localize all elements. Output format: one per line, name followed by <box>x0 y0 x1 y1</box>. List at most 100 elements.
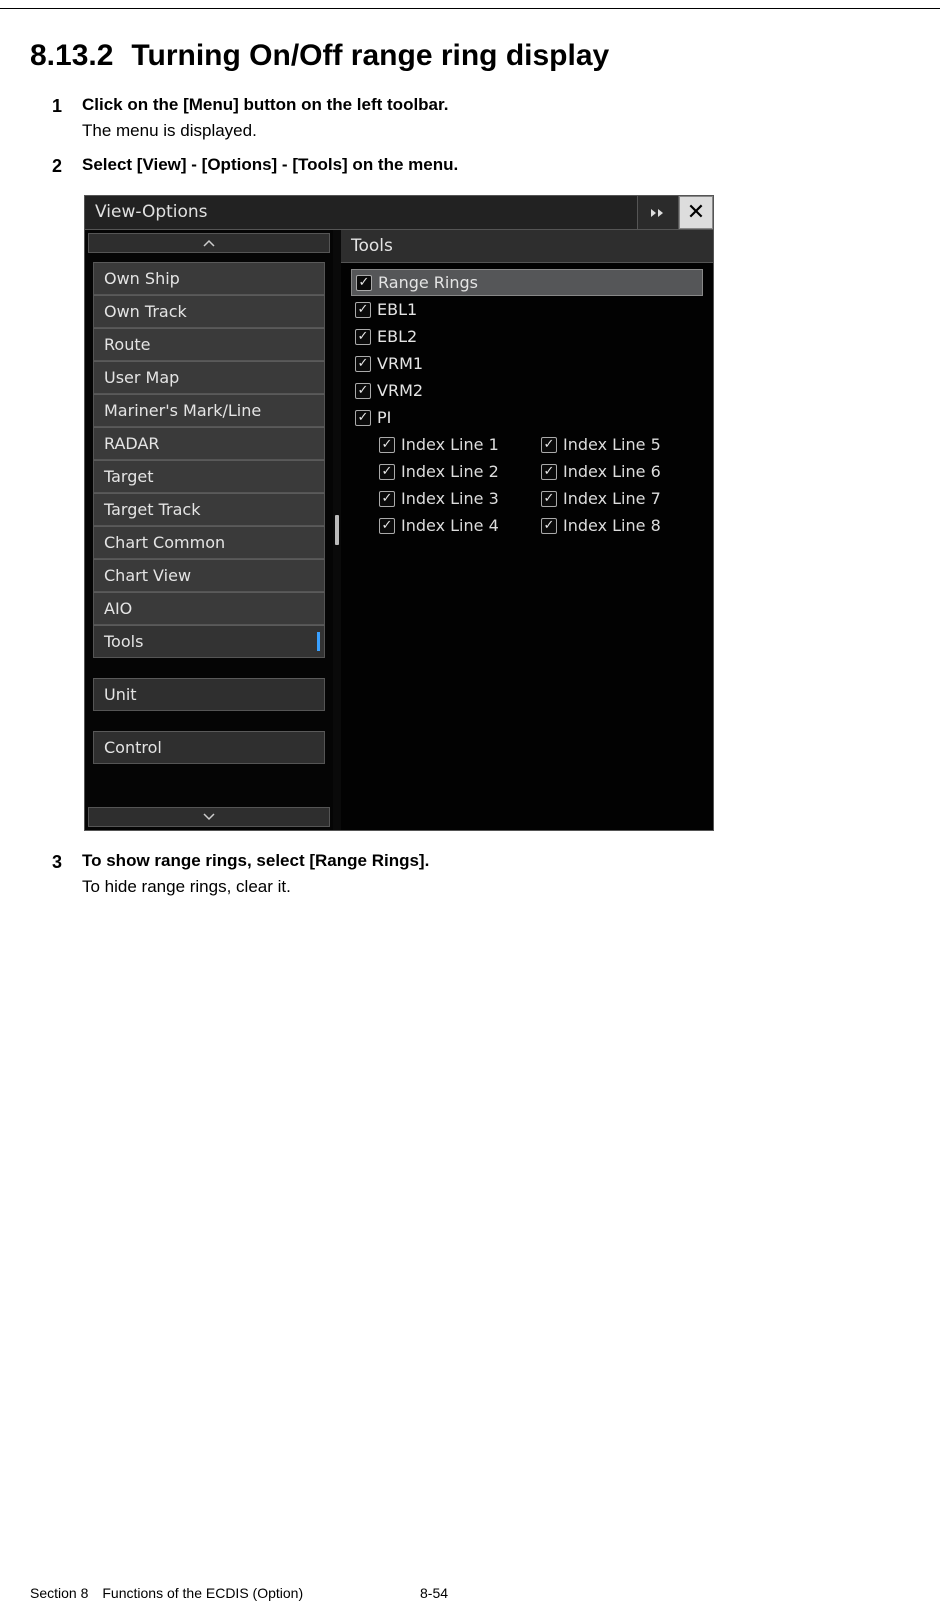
sidebar-item-route[interactable]: Route <box>93 328 325 361</box>
checkbox-label: EBL1 <box>377 300 417 319</box>
step-3: 3 To show range rings, select [Range Rin… <box>52 851 902 897</box>
page-footer: Section 8 Functions of the ECDIS (Option… <box>30 1585 910 1601</box>
step-2: 2 Select [View] - [Options] - [Tools] on… <box>52 155 902 181</box>
splitter-handle[interactable] <box>333 230 341 830</box>
close-icon: ✕ <box>687 200 705 225</box>
sidebar-item-label: Chart Common <box>104 533 225 552</box>
scroll-up-button[interactable] <box>88 233 330 253</box>
sidebar-item-label: Tools <box>104 632 143 651</box>
checkbox-icon <box>541 491 557 507</box>
checkbox-icon <box>379 518 395 534</box>
checkbox-label: Index Line 8 <box>563 516 661 535</box>
checkbox-label: EBL2 <box>377 327 417 346</box>
left-panel: Own Ship Own Track Route User Map Marine… <box>85 230 333 830</box>
checkbox-icon <box>541 437 557 453</box>
chevron-down-icon <box>203 812 215 822</box>
sidebar-item-radar[interactable]: RADAR <box>93 427 325 460</box>
checkbox-index-line-3[interactable]: Index Line 3 <box>379 489 537 508</box>
section-number: 8.13.2 <box>30 39 113 72</box>
dialog-titlebar: View-Options ✕ <box>85 196 713 230</box>
sidebar-item-label: RADAR <box>104 434 160 453</box>
checkbox-index-line-7[interactable]: Index Line 7 <box>541 489 699 508</box>
checkbox-ebl1[interactable]: EBL1 <box>351 296 703 323</box>
checkbox-label: PI <box>377 408 391 427</box>
checkbox-index-line-1[interactable]: Index Line 1 <box>379 435 537 454</box>
sidebar-item-label: User Map <box>104 368 179 387</box>
sidebar-item-tools[interactable]: Tools <box>93 625 325 658</box>
checkbox-icon <box>355 383 371 399</box>
index-line-grid: Index Line 1 Index Line 5 Index Line 2 I… <box>379 431 703 539</box>
checkbox-icon <box>355 410 371 426</box>
step-1: 1 Click on the [Menu] button on the left… <box>52 95 902 141</box>
checkbox-icon <box>356 275 372 291</box>
checkbox-pi[interactable]: PI <box>351 404 703 431</box>
checkbox-icon <box>355 302 371 318</box>
step-number: 1 <box>52 95 82 141</box>
right-panel-header: Tools <box>341 230 713 263</box>
checkbox-index-line-8[interactable]: Index Line 8 <box>541 516 699 535</box>
checkbox-index-line-2[interactable]: Index Line 2 <box>379 462 537 481</box>
scroll-down-button[interactable] <box>88 807 330 827</box>
step-title: Click on the [Menu] button on the left t… <box>82 95 902 115</box>
sidebar-item-user-map[interactable]: User Map <box>93 361 325 394</box>
checkbox-icon <box>355 356 371 372</box>
checkbox-vrm2[interactable]: VRM2 <box>351 377 703 404</box>
footer-page-number: 8-54 <box>420 1585 448 1601</box>
checkbox-index-line-4[interactable]: Index Line 4 <box>379 516 537 535</box>
close-button[interactable]: ✕ <box>679 196 713 229</box>
footer-section: Section 8 Functions of the ECDIS (Option… <box>30 1585 420 1601</box>
sidebar-item-aio[interactable]: AIO <box>93 592 325 625</box>
step-number: 2 <box>52 155 82 181</box>
sidebar-item-label: Target Track <box>104 500 200 519</box>
sidebar-item-label: Target <box>104 467 154 486</box>
checkbox-label: Range Rings <box>378 273 478 292</box>
checkbox-index-line-5[interactable]: Index Line 5 <box>541 435 699 454</box>
expand-button[interactable] <box>637 196 679 229</box>
sidebar-item-label: Chart View <box>104 566 191 585</box>
checkbox-label: Index Line 3 <box>401 489 499 508</box>
checkbox-index-line-6[interactable]: Index Line 6 <box>541 462 699 481</box>
sidebar-item-label: Own Track <box>104 302 187 321</box>
sidebar-item-own-ship[interactable]: Own Ship <box>93 262 325 295</box>
checkbox-vrm1[interactable]: VRM1 <box>351 350 703 377</box>
sidebar-item-control[interactable]: Control <box>93 731 325 764</box>
checkbox-icon <box>541 464 557 480</box>
checkbox-icon <box>379 491 395 507</box>
view-options-dialog: View-Options ✕ Own Ship Own Track Route <box>84 195 714 831</box>
sidebar-item-unit[interactable]: Unit <box>93 678 325 711</box>
sidebar-item-label: Route <box>104 335 150 354</box>
checkbox-label: VRM1 <box>377 354 423 373</box>
sidebar-item-own-track[interactable]: Own Track <box>93 295 325 328</box>
checkbox-range-rings[interactable]: Range Rings <box>351 269 703 296</box>
sidebar-item-label: Unit <box>104 685 137 704</box>
checkbox-label: VRM2 <box>377 381 423 400</box>
right-panel: Tools Range Rings EBL1 EBL2 <box>341 230 713 830</box>
checkbox-icon <box>355 329 371 345</box>
sidebar-item-label: Control <box>104 738 162 757</box>
sidebar-item-target-track[interactable]: Target Track <box>93 493 325 526</box>
step-title: To show range rings, select [Range Rings… <box>82 851 902 871</box>
checkbox-label: Index Line 7 <box>563 489 661 508</box>
sidebar-item-label: Mariner's Mark/Line <box>104 401 261 420</box>
section-heading: 8.13.2 Turning On/Off range ring display <box>30 39 910 73</box>
checkbox-icon <box>541 518 557 534</box>
dialog-title: View-Options <box>85 196 637 229</box>
step-desc: The menu is displayed. <box>82 121 902 141</box>
checkbox-icon <box>379 437 395 453</box>
checkbox-label: Index Line 6 <box>563 462 661 481</box>
checkbox-label: Index Line 2 <box>401 462 499 481</box>
checkbox-label: Index Line 1 <box>401 435 499 454</box>
sidebar-item-target[interactable]: Target <box>93 460 325 493</box>
checkbox-ebl2[interactable]: EBL2 <box>351 323 703 350</box>
sidebar-item-chart-view[interactable]: Chart View <box>93 559 325 592</box>
sidebar-item-chart-common[interactable]: Chart Common <box>93 526 325 559</box>
section-title: Turning On/Off range ring display <box>131 39 609 72</box>
checkbox-label: Index Line 5 <box>563 435 661 454</box>
step-title: Select [View] - [Options] - [Tools] on t… <box>82 155 902 175</box>
checkbox-icon <box>379 464 395 480</box>
step-number: 3 <box>52 851 82 897</box>
checkbox-label: Index Line 4 <box>401 516 499 535</box>
fast-forward-icon <box>650 207 666 219</box>
sidebar-item-mariners-mark[interactable]: Mariner's Mark/Line <box>93 394 325 427</box>
step-desc: To hide range rings, clear it. <box>82 877 902 897</box>
